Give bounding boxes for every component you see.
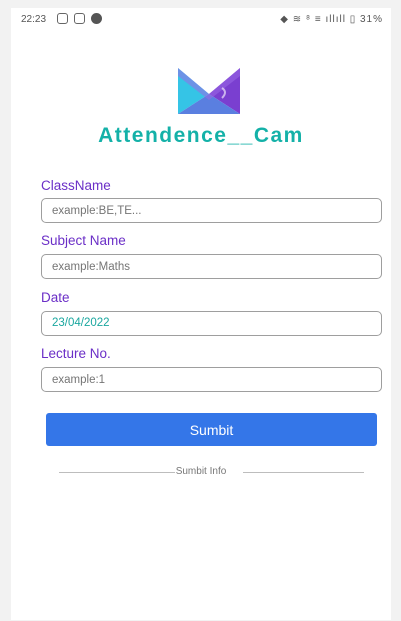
status-indicators: ◆ ≋ ⁸ ≡ ıllıll ▯ 31% xyxy=(280,14,383,25)
date-input[interactable]: 23/04/2022 xyxy=(41,311,382,336)
status-notification-icons xyxy=(57,13,102,24)
status-bar: 22:23 ◆ ≋ ⁸ ≡ ıllıll ▯ 31% xyxy=(11,8,391,30)
app-screen: 22:23 ◆ ≋ ⁸ ≡ ıllıll ▯ 31% Attendence__C… xyxy=(11,8,391,620)
subject-name-label: Subject Name xyxy=(41,233,126,248)
status-time: 22:23 xyxy=(21,14,47,25)
date-label: Date xyxy=(41,290,70,305)
instagram-icon xyxy=(74,13,85,24)
subject-name-input[interactable] xyxy=(41,254,382,279)
app-title: Attendence__Cam xyxy=(98,124,304,147)
divider-line-right xyxy=(243,472,364,473)
attendance-cam-logo-icon xyxy=(178,68,240,114)
classname-input[interactable] xyxy=(41,198,382,223)
lecture-no-label: Lecture No. xyxy=(41,346,111,361)
app-icon xyxy=(91,13,102,24)
notification-icon xyxy=(57,13,68,24)
classname-label: ClassName xyxy=(41,178,111,193)
submit-button[interactable]: Sumbit xyxy=(46,413,377,446)
lecture-no-input[interactable] xyxy=(41,367,382,392)
